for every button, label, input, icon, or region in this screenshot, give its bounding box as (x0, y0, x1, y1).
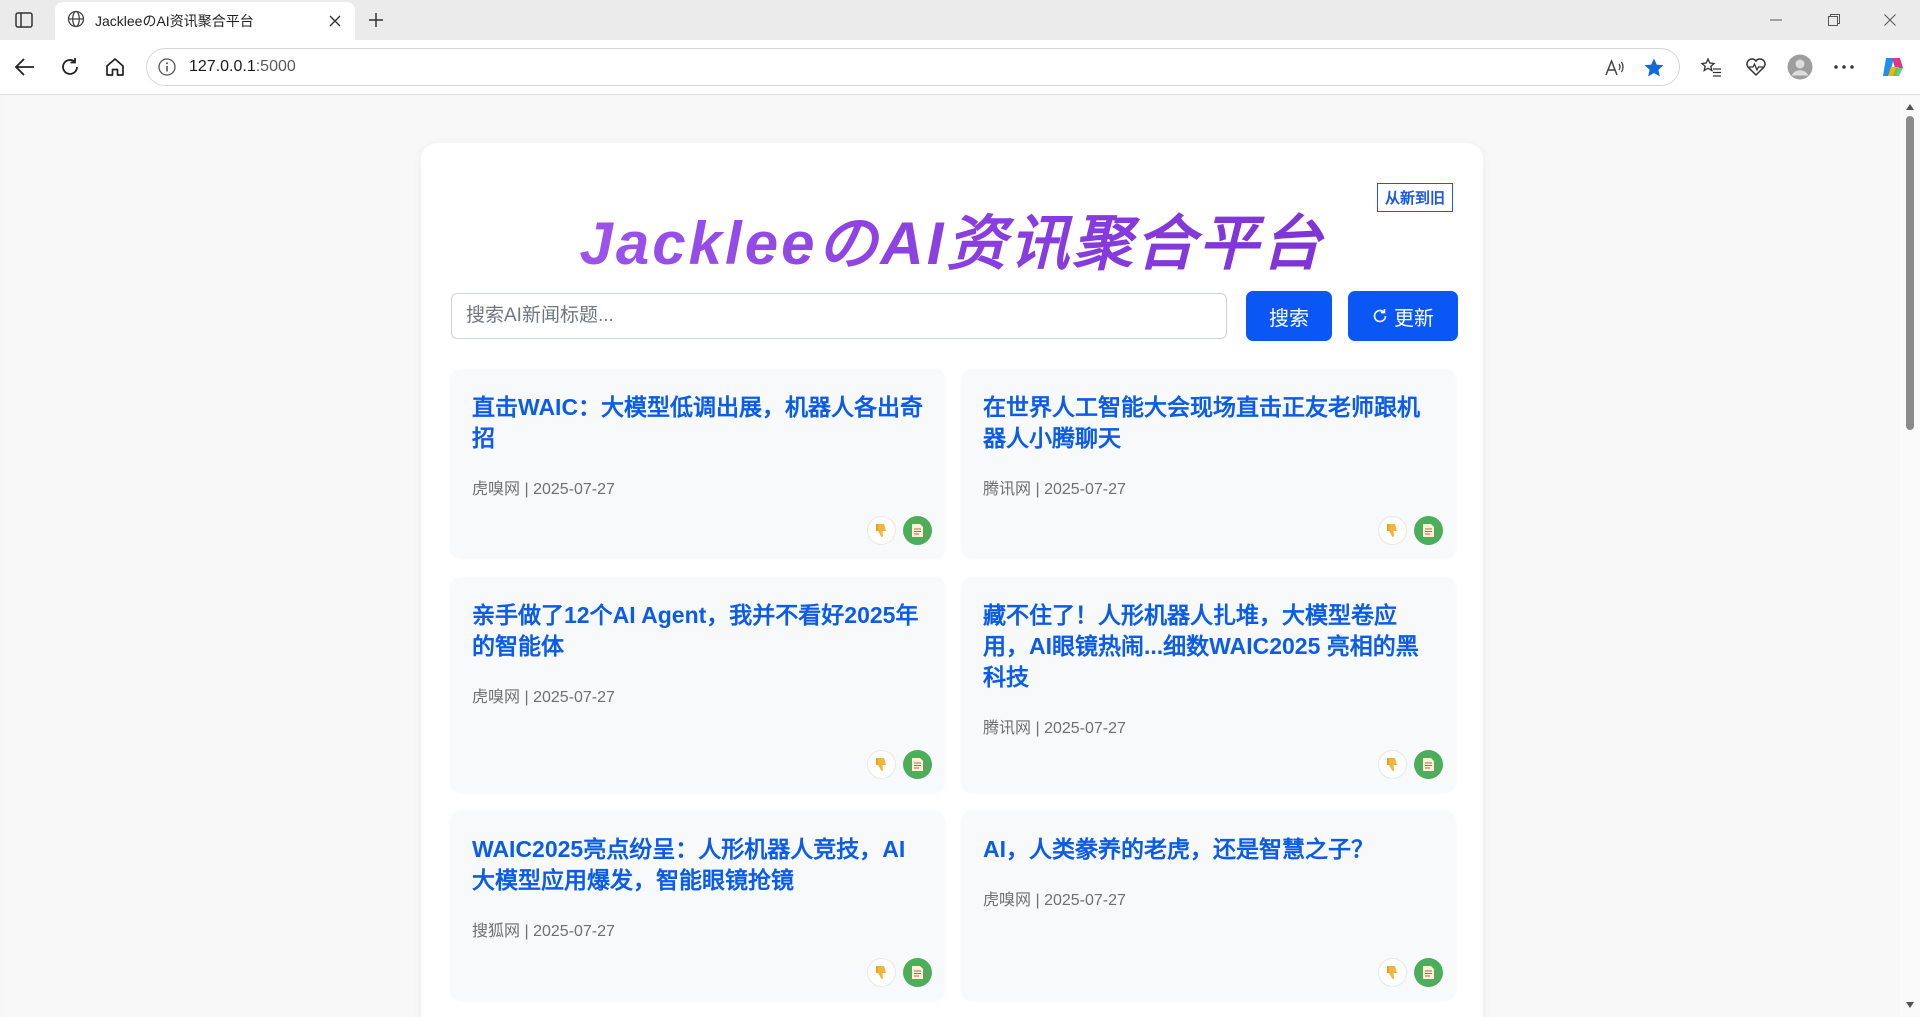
refresh-label: 更新 (1394, 307, 1434, 330)
url-text[interactable]: 127.0.0.1:5000 (189, 58, 296, 76)
thumbs-down-icon[interactable] (867, 516, 896, 545)
minimize-icon[interactable] (1748, 0, 1804, 40)
tab-title: JackleeのAI资讯聚合平台 (95, 13, 254, 29)
page-viewport: 从新到旧 JackleeのAI资讯聚合平台 搜索 更新 直击WAIC：大模型低调… (4, 96, 1900, 1017)
document-icon[interactable] (903, 750, 932, 779)
news-title-link[interactable]: AI，人类豢养的老虎，还是智慧之子？ (983, 834, 1438, 865)
news-card: 直击WAIC：大模型低调出展，机器人各出奇招 虎嗅网 | 2025-07-27 (451, 369, 944, 557)
new-tab-icon[interactable] (362, 7, 390, 33)
scrollbar-thumb[interactable] (1906, 116, 1914, 430)
back-arrow-icon[interactable] (8, 50, 42, 84)
thumbs-down-icon[interactable] (867, 958, 896, 987)
document-icon[interactable] (903, 516, 932, 545)
address-bar[interactable]: 127.0.0.1:5000 (146, 48, 1680, 86)
document-icon[interactable] (1414, 516, 1443, 545)
search-input[interactable] (451, 293, 1227, 339)
document-icon[interactable] (1414, 958, 1443, 987)
news-title-link[interactable]: WAIC2025亮点纷呈：人形机器人竞技，AI大模型应用爆发，智能眼镜抢镜 (472, 834, 927, 896)
home-icon[interactable] (98, 50, 132, 84)
news-source: 腾讯网 (983, 481, 1032, 498)
news-date: 2025-07-27 (533, 923, 615, 940)
news-source: 腾讯网 (983, 720, 1032, 737)
news-meta: 腾讯网 | 2025-07-27 (983, 720, 1126, 737)
document-icon[interactable] (1414, 750, 1443, 779)
news-title-link[interactable]: 亲手做了12个AI Agent，我并不看好2025年的智能体 (472, 600, 927, 662)
news-title-link[interactable]: 在世界人工智能大会现场直击正友老师跟机器人小腾聊天 (983, 392, 1438, 454)
news-meta: 搜狐网 | 2025-07-27 (472, 923, 615, 940)
news-source: 虎嗅网 (472, 689, 521, 706)
refresh-button[interactable]: 更新 (1348, 291, 1458, 341)
news-source: 搜狐网 (472, 923, 521, 940)
site-info-icon[interactable] (157, 57, 177, 77)
news-date: 2025-07-27 (1044, 892, 1126, 909)
close-window-icon[interactable] (1862, 0, 1918, 40)
thumbs-down-icon[interactable] (1378, 958, 1407, 987)
news-date: 2025-07-27 (533, 481, 615, 498)
browser-tab-active[interactable]: JackleeのAI资讯聚合平台 (55, 2, 355, 40)
news-date: 2025-07-27 (533, 689, 615, 706)
thumbs-down-icon[interactable] (1378, 516, 1407, 545)
news-source: 虎嗅网 (983, 892, 1032, 909)
copilot-icon[interactable] (1876, 50, 1910, 84)
close-tab-icon[interactable] (325, 11, 345, 31)
news-source: 虎嗅网 (472, 481, 521, 498)
favorite-star-icon[interactable] (1641, 55, 1667, 81)
news-date: 2025-07-27 (1044, 481, 1126, 498)
news-card: WAIC2025亮点纷呈：人形机器人竞技，AI大模型应用爆发，智能眼镜抢镜 搜狐… (451, 811, 944, 999)
browser-essentials-icon[interactable] (1739, 50, 1773, 84)
browser-toolbar: 127.0.0.1:5000 (0, 40, 1920, 95)
news-card: 亲手做了12个AI Agent，我并不看好2025年的智能体 虎嗅网 | 202… (451, 577, 944, 791)
news-title-link[interactable]: 直击WAIC：大模型低调出展，机器人各出奇招 (472, 392, 927, 454)
news-card: AI，人类豢养的老虎，还是智慧之子？ 虎嗅网 | 2025-07-27 (962, 811, 1455, 999)
tab-actions-icon[interactable] (12, 9, 36, 31)
reload-icon[interactable] (53, 50, 87, 84)
document-icon[interactable] (903, 958, 932, 987)
more-options-icon[interactable] (1827, 50, 1861, 84)
news-meta: 虎嗅网 | 2025-07-27 (983, 892, 1126, 909)
profile-avatar-icon[interactable] (1783, 50, 1817, 84)
news-title-link[interactable]: 藏不住了！人形机器人扎堆，大模型卷应用，AI眼镜热闹...细数WAIC2025 … (983, 600, 1438, 693)
globe-icon (67, 10, 85, 33)
news-meta: 腾讯网 | 2025-07-27 (983, 481, 1126, 498)
favorites-list-icon[interactable] (1694, 50, 1728, 84)
news-date: 2025-07-27 (1044, 720, 1126, 737)
news-card: 藏不住了！人形机器人扎堆，大模型卷应用，AI眼镜热闹...细数WAIC2025 … (962, 577, 1455, 791)
scroll-up-arrow-icon[interactable] (1905, 102, 1915, 112)
browser-tab-strip: JackleeのAI资讯聚合平台 (0, 0, 1920, 40)
news-card: 在世界人工智能大会现场直击正友老师跟机器人小腾聊天 腾讯网 | 2025-07-… (962, 369, 1455, 557)
main-container: 从新到旧 JackleeのAI资讯聚合平台 搜索 更新 直击WAIC：大模型低调… (421, 143, 1483, 1017)
vertical-scrollbar[interactable] (1900, 96, 1920, 1017)
restore-icon[interactable] (1806, 0, 1862, 40)
page-title: JackleeのAI资讯聚合平台 (421, 195, 1483, 282)
news-meta: 虎嗅网 | 2025-07-27 (472, 481, 615, 498)
read-aloud-icon[interactable] (1603, 56, 1627, 80)
refresh-icon (1373, 309, 1387, 323)
news-meta: 虎嗅网 | 2025-07-27 (472, 689, 615, 706)
thumbs-down-icon[interactable] (867, 750, 896, 779)
thumbs-down-icon[interactable] (1378, 750, 1407, 779)
search-button[interactable]: 搜索 (1246, 291, 1332, 341)
scroll-down-arrow-icon[interactable] (1905, 1000, 1915, 1010)
